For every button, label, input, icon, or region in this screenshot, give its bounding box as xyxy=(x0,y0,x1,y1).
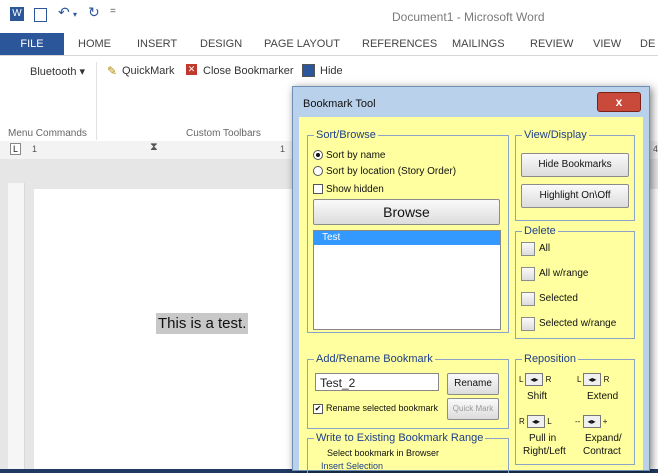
indent-marker-icon[interactable]: ⧗ xyxy=(150,141,158,154)
sort-browse-legend: Sort/Browse xyxy=(316,129,376,141)
hide-bookmarks-button[interactable]: Hide Bookmarks xyxy=(521,153,629,177)
close-bookmarker-button[interactable]: Close Bookmarker xyxy=(203,65,293,77)
tab-view[interactable]: VIEW xyxy=(593,38,621,50)
rename-button[interactable]: Rename xyxy=(447,373,499,395)
tab-home[interactable]: HOME xyxy=(78,38,111,50)
hide-button[interactable]: Hide xyxy=(320,65,343,77)
delete-selected-button[interactable] xyxy=(521,292,535,306)
tab-insert[interactable]: INSERT xyxy=(137,38,177,50)
sort-by-location-label: Sort by location (Story Order) xyxy=(326,166,457,177)
group-label-custom-toolbars: Custom Toolbars xyxy=(186,128,261,139)
delete-legend: Delete xyxy=(524,225,556,237)
dialog-title: Bookmark Tool xyxy=(303,98,376,110)
group-label-menu-commands: Menu Commands xyxy=(8,128,87,139)
expand-plus-label: + xyxy=(602,417,608,426)
rename-selected-label: Rename selected bookmark xyxy=(326,403,439,413)
pull-in-arrows-icon[interactable]: ◂▸ xyxy=(527,415,546,428)
delete-all-label: All xyxy=(539,243,551,254)
vertical-ruler xyxy=(8,183,25,469)
tab-selector[interactable]: L xyxy=(10,143,22,155)
quick-mark-button[interactable]: Quick Mark xyxy=(447,398,499,420)
list-item[interactable]: Test xyxy=(314,231,500,245)
pull-in-label: Pull in xyxy=(529,433,557,444)
tab-references[interactable]: REFERENCES xyxy=(362,38,437,50)
browse-button[interactable]: Browse xyxy=(313,199,500,225)
hide-icon xyxy=(302,64,315,77)
undo-dropdown-icon[interactable]: ▾ xyxy=(73,10,77,19)
bluetooth-menu[interactable]: Bluetooth ▾ xyxy=(30,65,85,78)
bookmark-list[interactable]: Test xyxy=(313,230,501,330)
tab-page-layout[interactable]: PAGE LAYOUT xyxy=(264,38,340,50)
tab-review[interactable]: REVIEW xyxy=(530,38,573,50)
delete-all-button[interactable] xyxy=(521,242,535,256)
extend-left-label: L xyxy=(577,375,582,384)
close-icon: ✕ xyxy=(186,64,197,75)
show-hidden-label: Show hidden xyxy=(326,184,384,195)
ruler-number: 1 xyxy=(280,144,286,154)
checkbox-checked-icon: ✔ xyxy=(313,403,323,414)
reposition-legend: Reposition xyxy=(524,353,576,365)
tab-file[interactable]: FILE xyxy=(0,33,64,55)
tab-mailings[interactable]: MAILINGS xyxy=(452,38,505,50)
redo-icon[interactable]: ↻ xyxy=(88,4,100,21)
expand-label: Expand/ xyxy=(585,433,622,444)
show-hidden-checkbox[interactable]: Show hidden xyxy=(313,184,384,195)
ruler-number: 1 xyxy=(32,144,38,154)
delete-all-w-range-label: All w/range xyxy=(539,268,589,279)
close-button[interactable]: x xyxy=(597,92,641,112)
pull-in-control[interactable]: R ◂▸ L xyxy=(519,415,552,428)
extend-label: Extend xyxy=(587,391,619,402)
delete-all-w-range-button[interactable] xyxy=(521,267,535,281)
rename-selected-checkbox[interactable]: ✔ Rename selected bookmark xyxy=(313,403,438,414)
add-rename-legend: Add/Rename Bookmark xyxy=(316,353,433,365)
ribbon-separator xyxy=(96,62,97,140)
delete-selected-w-range-button[interactable] xyxy=(521,317,535,331)
sort-by-name-radio[interactable]: Sort by name xyxy=(313,150,385,161)
radio-selected-icon xyxy=(313,150,323,161)
shift-arrows-icon[interactable]: ◂▸ xyxy=(525,373,544,386)
sort-by-location-radio[interactable]: Sort by location (Story Order) xyxy=(313,166,456,177)
window-title: Document1 - Microsoft Word xyxy=(392,10,545,24)
document-text[interactable]: This is a test. xyxy=(156,313,249,334)
extend-arrows-icon[interactable]: ◂▸ xyxy=(583,373,602,386)
highlight-toggle-button[interactable]: Highlight On\Off xyxy=(521,184,629,208)
save-icon[interactable] xyxy=(34,8,47,22)
dialog-body: Sort/Browse Sort by name Sort by locatio… xyxy=(299,117,643,473)
expand-minus-label: -- xyxy=(575,417,581,426)
select-hint-text: Select bookmark in Browser xyxy=(327,448,440,458)
word-app-icon[interactable]: W xyxy=(10,7,24,21)
ruler-number: 4 xyxy=(653,144,658,154)
view-display-legend: View/Display xyxy=(524,129,587,141)
bluetooth-label: Bluetooth xyxy=(30,66,77,78)
tab-design[interactable]: DESIGN xyxy=(200,38,242,50)
sort-by-name-label: Sort by name xyxy=(326,150,386,161)
radio-icon xyxy=(313,166,323,177)
pull-in-left-label: L xyxy=(547,417,552,426)
contract-label: Contract xyxy=(583,446,621,457)
shift-control[interactable]: L ◂▸ R xyxy=(519,373,551,386)
shift-right-label: R xyxy=(545,375,552,384)
expand-arrows-icon[interactable]: ◂▸ xyxy=(582,415,601,428)
pull-in-right-label: R xyxy=(519,417,525,426)
bookmark-name-input[interactable]: Test_2 xyxy=(315,373,439,391)
extend-right-label: R xyxy=(603,375,610,384)
undo-icon[interactable]: ↶ xyxy=(58,4,70,21)
quickmark-button[interactable]: QuickMark xyxy=(122,65,175,77)
ribbon-tabs: FILE HOME INSERT DESIGN PAGE LAYOUT REFE… xyxy=(0,33,658,55)
delete-selected-w-range-label: Selected w/range xyxy=(539,318,617,329)
insert-selection-legend: Insert Selection xyxy=(321,461,384,471)
right-left-label: Right/Left xyxy=(523,446,566,457)
delete-selected-label: Selected xyxy=(539,293,578,304)
write-existing-legend: Write to Existing Bookmark Range xyxy=(316,432,484,444)
expand-control[interactable]: -- ◂▸ + xyxy=(575,415,607,428)
customize-quick-access-icon[interactable]: = xyxy=(110,6,116,17)
bookmark-tool-dialog: Bookmark Tool x Sort/Browse Sort by name… xyxy=(292,86,650,473)
pencil-icon: ✎ xyxy=(107,64,118,78)
title-bar: W ↶ ▾ ↻ = Document1 - Microsoft Word xyxy=(0,0,658,33)
extend-control[interactable]: L ◂▸ R xyxy=(577,373,609,386)
checkbox-icon xyxy=(313,184,323,195)
shift-left-label: L xyxy=(519,375,524,384)
tab-developer[interactable]: DE xyxy=(640,38,655,50)
shift-label: Shift xyxy=(527,391,548,402)
